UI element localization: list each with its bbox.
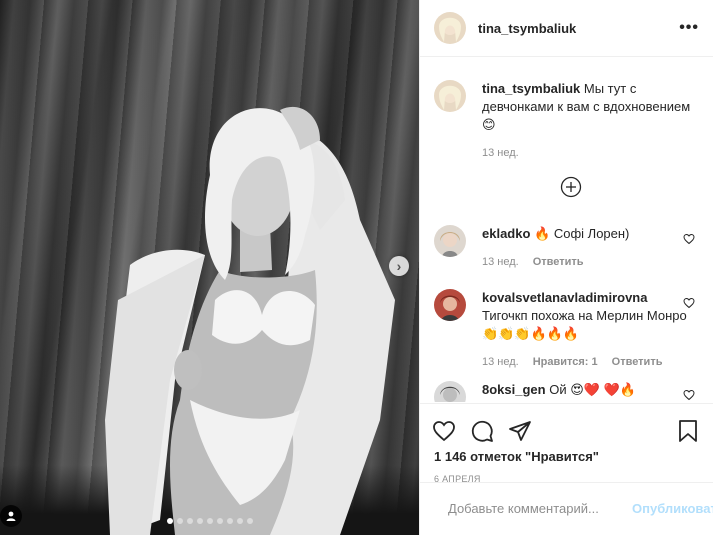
comment: 8oksi_gen Ой 😍❤️ ❤️🔥 xyxy=(434,381,699,402)
model-figure xyxy=(105,106,395,535)
heart-icon[interactable] xyxy=(683,389,695,401)
slide-dot xyxy=(246,518,253,524)
avatar[interactable] xyxy=(434,225,466,257)
comment-text: Тигочкп похожа на Мерлин Монро 👏👏👏🔥🔥🔥 xyxy=(482,308,687,341)
comment-username[interactable]: ekladko xyxy=(482,226,530,241)
comment-input[interactable] xyxy=(448,501,624,516)
comment-time[interactable]: 13 нед. xyxy=(482,353,519,371)
instagram-post-view: › tina_tsymbaliuk ••• tina_tsymbaliuk Мы… xyxy=(0,0,713,535)
next-slide-button[interactable]: › xyxy=(389,256,409,276)
heart-icon[interactable] xyxy=(683,297,695,309)
reply-button[interactable]: Ответить xyxy=(533,253,584,271)
comment-text: Ой 😍❤️ ❤️🔥 xyxy=(549,382,636,397)
post-actions: 1 146 отметок "Нравится" 6 АПРЕЛЯ Опубли… xyxy=(420,403,713,534)
comments-list: tina_tsymbaliuk Мы тут с девчонками к ва… xyxy=(420,57,713,402)
avatar[interactable] xyxy=(434,289,466,321)
load-more-comments-icon[interactable] xyxy=(560,176,582,198)
avatar[interactable] xyxy=(434,381,466,402)
post-side-panel: tina_tsymbaliuk ••• tina_tsymbaliuk Мы т… xyxy=(419,0,713,535)
share-plane-icon[interactable] xyxy=(508,419,532,443)
comment-likes-count[interactable]: Нравится: 1 xyxy=(533,353,598,371)
caption: tina_tsymbaliuk Мы тут с девчонками к ва… xyxy=(434,80,699,162)
bookmark-icon[interactable] xyxy=(677,419,699,443)
comment-username[interactable]: kovalsvetlanavladimirovna xyxy=(482,290,647,305)
tagged-user-icon[interactable] xyxy=(0,505,22,527)
post-header: tina_tsymbaliuk ••• xyxy=(420,0,713,57)
slide-dot xyxy=(196,518,203,524)
comment-username[interactable]: 8oksi_gen xyxy=(482,382,546,397)
slide-dot xyxy=(166,518,173,524)
slide-dot xyxy=(226,518,233,524)
slide-dot xyxy=(186,518,193,524)
reply-button[interactable]: Ответить xyxy=(612,353,663,371)
comment: ekladko 🔥 Софі Лорен) 13 нед. Ответить xyxy=(434,225,699,271)
comment-text: 🔥 Софі Лорен) xyxy=(534,226,630,241)
ellipsis-icon[interactable]: ••• xyxy=(679,19,699,37)
publish-comment-button[interactable]: Опубликовать xyxy=(632,501,713,516)
like-heart-icon[interactable] xyxy=(432,419,456,443)
comment-time[interactable]: 13 нед. xyxy=(482,253,519,271)
avatar[interactable] xyxy=(434,80,466,112)
slide-indicator xyxy=(0,518,419,524)
comment: kovalsvetlanavladimirovna Тигочкп похожа… xyxy=(434,289,699,371)
likes-count[interactable]: 1 146 отметок "Нравится" xyxy=(420,449,713,464)
slide-dot xyxy=(176,518,183,524)
post-author-username[interactable]: tina_tsymbaliuk xyxy=(478,21,576,36)
caption-time[interactable]: 13 нед. xyxy=(482,144,519,162)
comment-bubble-icon[interactable] xyxy=(470,419,494,443)
slide-dot xyxy=(216,518,223,524)
avatar[interactable] xyxy=(434,12,466,44)
post-photo[interactable]: › xyxy=(0,0,419,535)
slide-dot xyxy=(206,518,213,524)
slide-dot xyxy=(236,518,243,524)
caption-username[interactable]: tina_tsymbaliuk xyxy=(482,81,580,96)
add-comment-bar: Опубликовать xyxy=(420,482,713,534)
heart-icon[interactable] xyxy=(683,233,695,245)
